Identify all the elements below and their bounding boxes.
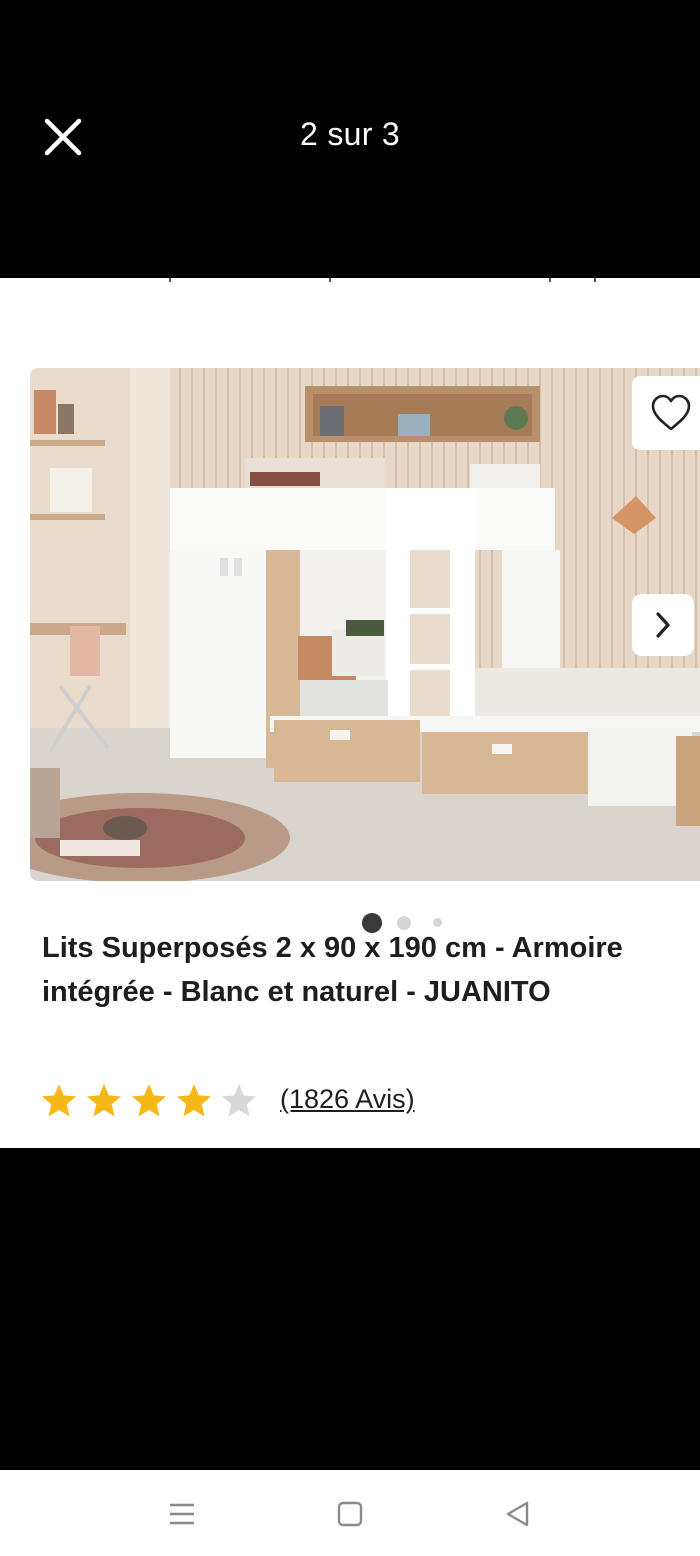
image-counter: 2 sur 3 <box>300 116 400 152</box>
heart-outline-icon <box>651 394 691 431</box>
star-icon-empty <box>222 1084 256 1117</box>
product-card: Lits Superposés 2 x 90 x 190 cm - Armoir… <box>0 278 700 1148</box>
home-square-icon[interactable] <box>332 1496 368 1532</box>
reviews-link[interactable]: (1826 Avis) <box>280 1084 415 1115</box>
favorite-button[interactable] <box>632 376 700 450</box>
image-viewer-header: 2 sur 3 <box>0 0 700 278</box>
product-image[interactable] <box>30 368 700 881</box>
star-icon-filled <box>177 1084 211 1117</box>
back-triangle-icon[interactable] <box>500 1496 536 1532</box>
system-navigation-bar <box>0 1470 700 1556</box>
next-image-button[interactable] <box>632 594 694 656</box>
product-title: Lits Superposés 2 x 90 x 190 cm - Armoir… <box>42 932 623 1008</box>
star-icon-filled <box>42 1084 76 1117</box>
star-icon-filled <box>132 1084 166 1117</box>
chevron-right-icon <box>656 612 670 638</box>
cropped-content-edge <box>169 278 596 282</box>
star-icon-filled <box>87 1084 121 1117</box>
menu-icon[interactable] <box>164 1496 200 1532</box>
